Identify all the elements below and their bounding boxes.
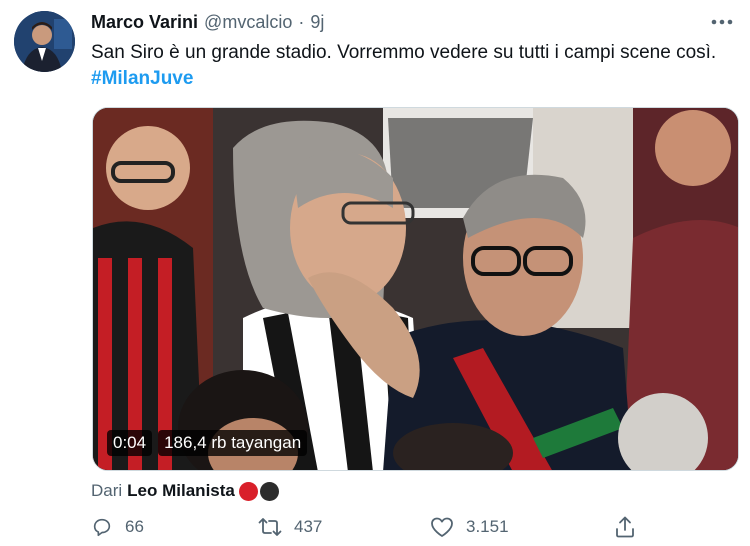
author-name[interactable]: Marco Varini — [91, 12, 198, 33]
tweet-text: San Siro è un grande stadio. Vorremmo ve… — [91, 40, 731, 92]
like-button[interactable]: 3.151 — [430, 512, 509, 542]
video-meta: 0:04 186,4 rb tayangan — [107, 430, 308, 456]
tweet-body: San Siro è un grande stadio. Vorremmo ve… — [91, 42, 717, 63]
video-views: 186,4 rb tayangan — [158, 430, 308, 456]
video-duration: 0:04 — [107, 430, 153, 456]
tweet-actions: 66 437 3.151 — [0, 512, 750, 542]
avatar[interactable] — [14, 11, 75, 72]
reply-icon — [93, 518, 111, 537]
timestamp[interactable]: 9j — [310, 12, 324, 33]
video-frame — [93, 108, 738, 470]
source-prefix: Dari — [91, 481, 123, 500]
tweet-header: Marco Varini @mvcalcio · 9j — [91, 12, 324, 36]
more-icon — [711, 19, 733, 25]
red-circle-icon — [238, 481, 258, 501]
retweet-count: 437 — [294, 517, 323, 536]
black-circle-icon — [259, 481, 279, 501]
avatar-image — [14, 11, 75, 72]
reply-count: 66 — [125, 517, 144, 536]
retweet-button[interactable]: 437 — [258, 512, 322, 542]
like-icon — [431, 517, 453, 537]
hashtag-link[interactable]: #MilanJuve — [91, 66, 731, 92]
tweet[interactable]: Marco Varini @mvcalcio · 9j San Siro è u… — [0, 0, 750, 546]
reply-button[interactable]: 66 — [91, 512, 144, 542]
like-count: 3.151 — [466, 517, 509, 536]
author-handle[interactable]: @mvcalcio — [204, 12, 292, 33]
video-player[interactable]: 0:04 186,4 rb tayangan — [92, 107, 739, 471]
more-options-button[interactable] — [708, 10, 736, 34]
retweet-icon — [258, 518, 282, 536]
source-name[interactable]: Leo Milanista — [127, 481, 235, 501]
separator-dot: · — [298, 12, 305, 32]
share-icon — [616, 516, 634, 538]
share-button[interactable] — [614, 512, 636, 542]
media-source: Dari Leo Milanista — [91, 480, 279, 502]
